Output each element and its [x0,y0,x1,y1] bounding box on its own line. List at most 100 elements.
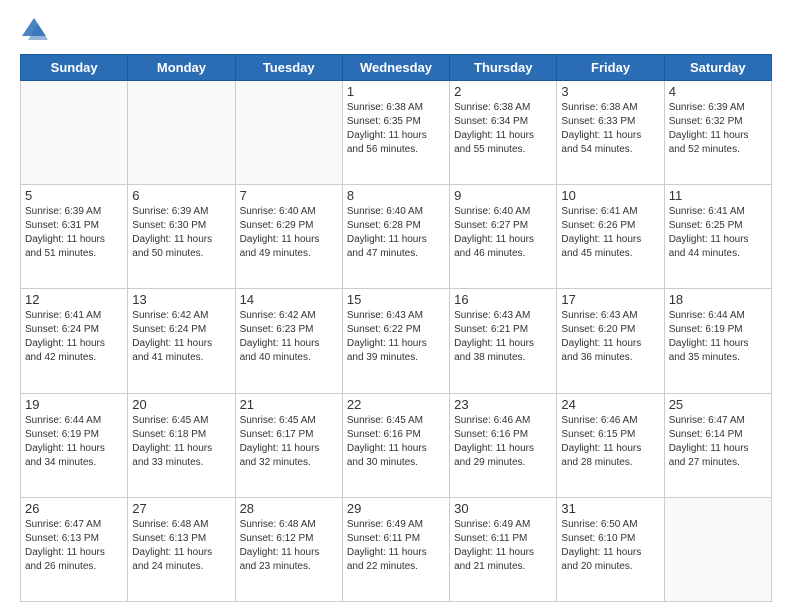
day-header-tuesday: Tuesday [235,55,342,81]
calendar-cell: 1 Sunrise: 6:38 AMSunset: 6:35 PMDaylight… [342,81,449,185]
calendar-cell: 27 Sunrise: 6:48 AMSunset: 6:13 PMDayligh… [128,497,235,601]
day-number: 11 [669,188,767,203]
day-number: 24 [561,397,659,412]
day-header-thursday: Thursday [450,55,557,81]
day-number: 5 [25,188,123,203]
calendar-cell: 21 Sunrise: 6:45 AMSunset: 6:17 PMDayligh… [235,393,342,497]
calendar-cell: 5 Sunrise: 6:39 AMSunset: 6:31 PMDaylight… [21,185,128,289]
day-info: Sunrise: 6:42 AMSunset: 6:24 PMDaylight:… [132,309,230,365]
day-number: 17 [561,292,659,307]
day-info: Sunrise: 6:38 AMSunset: 6:35 PMDaylight:… [347,101,445,157]
day-info: Sunrise: 6:39 AMSunset: 6:31 PMDaylight:… [25,205,123,261]
day-info: Sunrise: 6:45 AMSunset: 6:16 PMDaylight:… [347,414,445,470]
day-number: 19 [25,397,123,412]
day-info: Sunrise: 6:43 AMSunset: 6:22 PMDaylight:… [347,309,445,365]
calendar-cell: 14 Sunrise: 6:42 AMSunset: 6:23 PMDayligh… [235,289,342,393]
calendar-cell: 20 Sunrise: 6:45 AMSunset: 6:18 PMDayligh… [128,393,235,497]
calendar-cell: 15 Sunrise: 6:43 AMSunset: 6:22 PMDayligh… [342,289,449,393]
day-number: 8 [347,188,445,203]
day-header-monday: Monday [128,55,235,81]
day-info: Sunrise: 6:48 AMSunset: 6:13 PMDaylight:… [132,518,230,574]
calendar-cell: 22 Sunrise: 6:45 AMSunset: 6:16 PMDayligh… [342,393,449,497]
calendar-cell: 3 Sunrise: 6:38 AMSunset: 6:33 PMDaylight… [557,81,664,185]
day-number: 16 [454,292,552,307]
day-number: 25 [669,397,767,412]
day-info: Sunrise: 6:46 AMSunset: 6:16 PMDaylight:… [454,414,552,470]
day-header-saturday: Saturday [664,55,771,81]
day-header-sunday: Sunday [21,55,128,81]
day-number: 2 [454,84,552,99]
day-info: Sunrise: 6:40 AMSunset: 6:27 PMDaylight:… [454,205,552,261]
day-info: Sunrise: 6:42 AMSunset: 6:23 PMDaylight:… [240,309,338,365]
day-info: Sunrise: 6:39 AMSunset: 6:30 PMDaylight:… [132,205,230,261]
day-info: Sunrise: 6:44 AMSunset: 6:19 PMDaylight:… [669,309,767,365]
calendar-cell [664,497,771,601]
day-info: Sunrise: 6:47 AMSunset: 6:14 PMDaylight:… [669,414,767,470]
day-info: Sunrise: 6:44 AMSunset: 6:19 PMDaylight:… [25,414,123,470]
day-number: 4 [669,84,767,99]
day-info: Sunrise: 6:49 AMSunset: 6:11 PMDaylight:… [454,518,552,574]
day-info: Sunrise: 6:41 AMSunset: 6:26 PMDaylight:… [561,205,659,261]
day-number: 3 [561,84,659,99]
calendar-cell: 10 Sunrise: 6:41 AMSunset: 6:26 PMDayligh… [557,185,664,289]
day-header-friday: Friday [557,55,664,81]
calendar-cell: 9 Sunrise: 6:40 AMSunset: 6:27 PMDaylight… [450,185,557,289]
day-number: 29 [347,501,445,516]
day-number: 13 [132,292,230,307]
day-number: 28 [240,501,338,516]
week-row-0: 1 Sunrise: 6:38 AMSunset: 6:35 PMDaylight… [21,81,772,185]
calendar-cell: 7 Sunrise: 6:40 AMSunset: 6:29 PMDaylight… [235,185,342,289]
header [20,16,772,44]
day-header-wednesday: Wednesday [342,55,449,81]
day-info: Sunrise: 6:45 AMSunset: 6:17 PMDaylight:… [240,414,338,470]
day-number: 6 [132,188,230,203]
calendar-cell [235,81,342,185]
header-row: SundayMondayTuesdayWednesdayThursdayFrid… [21,55,772,81]
day-info: Sunrise: 6:40 AMSunset: 6:29 PMDaylight:… [240,205,338,261]
day-info: Sunrise: 6:47 AMSunset: 6:13 PMDaylight:… [25,518,123,574]
day-info: Sunrise: 6:38 AMSunset: 6:33 PMDaylight:… [561,101,659,157]
day-info: Sunrise: 6:43 AMSunset: 6:21 PMDaylight:… [454,309,552,365]
day-info: Sunrise: 6:50 AMSunset: 6:10 PMDaylight:… [561,518,659,574]
week-row-2: 12 Sunrise: 6:41 AMSunset: 6:24 PMDayligh… [21,289,772,393]
day-info: Sunrise: 6:45 AMSunset: 6:18 PMDaylight:… [132,414,230,470]
day-number: 10 [561,188,659,203]
day-number: 30 [454,501,552,516]
calendar-cell: 26 Sunrise: 6:47 AMSunset: 6:13 PMDayligh… [21,497,128,601]
day-number: 18 [669,292,767,307]
calendar-cell: 13 Sunrise: 6:42 AMSunset: 6:24 PMDayligh… [128,289,235,393]
week-row-3: 19 Sunrise: 6:44 AMSunset: 6:19 PMDayligh… [21,393,772,497]
calendar-cell: 6 Sunrise: 6:39 AMSunset: 6:30 PMDaylight… [128,185,235,289]
calendar-cell: 30 Sunrise: 6:49 AMSunset: 6:11 PMDayligh… [450,497,557,601]
day-info: Sunrise: 6:46 AMSunset: 6:15 PMDaylight:… [561,414,659,470]
day-number: 9 [454,188,552,203]
day-info: Sunrise: 6:38 AMSunset: 6:34 PMDaylight:… [454,101,552,157]
calendar-cell [21,81,128,185]
calendar-cell: 8 Sunrise: 6:40 AMSunset: 6:28 PMDaylight… [342,185,449,289]
day-number: 14 [240,292,338,307]
day-number: 15 [347,292,445,307]
day-info: Sunrise: 6:41 AMSunset: 6:24 PMDaylight:… [25,309,123,365]
logo-icon [20,16,48,44]
calendar-cell: 16 Sunrise: 6:43 AMSunset: 6:21 PMDayligh… [450,289,557,393]
day-number: 1 [347,84,445,99]
day-number: 26 [25,501,123,516]
day-number: 21 [240,397,338,412]
calendar-cell: 12 Sunrise: 6:41 AMSunset: 6:24 PMDayligh… [21,289,128,393]
calendar-cell: 23Sunrise: 6:46 AMSunset: 6:16 PMDayligh… [450,393,557,497]
day-info: Sunrise: 6:49 AMSunset: 6:11 PMDaylight:… [347,518,445,574]
calendar-cell: 19 Sunrise: 6:44 AMSunset: 6:19 PMDayligh… [21,393,128,497]
calendar-cell: 17Sunrise: 6:43 AMSunset: 6:20 PMDayligh… [557,289,664,393]
day-info: Sunrise: 6:40 AMSunset: 6:28 PMDaylight:… [347,205,445,261]
week-row-4: 26 Sunrise: 6:47 AMSunset: 6:13 PMDayligh… [21,497,772,601]
day-info: Sunrise: 6:41 AMSunset: 6:25 PMDaylight:… [669,205,767,261]
day-number: 20 [132,397,230,412]
week-row-1: 5 Sunrise: 6:39 AMSunset: 6:31 PMDaylight… [21,185,772,289]
day-number: 12 [25,292,123,307]
day-number: 7 [240,188,338,203]
day-number: 27 [132,501,230,516]
day-number: 31 [561,501,659,516]
calendar-cell: 31 Sunrise: 6:50 AMSunset: 6:10 PMDayligh… [557,497,664,601]
calendar-cell: 28Sunrise: 6:48 AMSunset: 6:12 PMDayligh… [235,497,342,601]
day-number: 22 [347,397,445,412]
